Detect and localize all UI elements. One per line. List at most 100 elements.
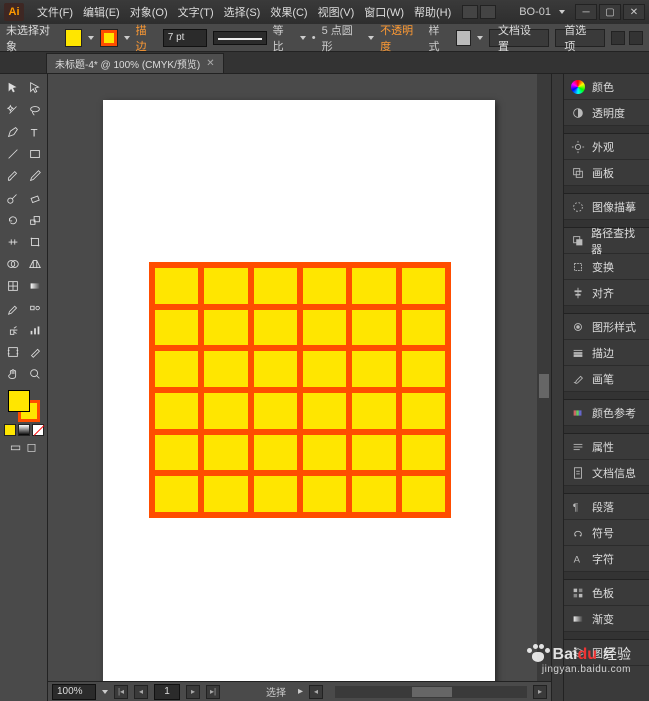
grid-cell[interactable]: [352, 268, 395, 304]
panel-brushes[interactable]: 画笔: [564, 366, 649, 392]
grid-cell[interactable]: [204, 351, 247, 387]
panel-stroke[interactable]: 描边: [564, 340, 649, 366]
grid-cell[interactable]: [155, 393, 198, 429]
grid-cell[interactable]: [204, 435, 247, 471]
panel-swatches[interactable]: 色板: [564, 580, 649, 606]
magic-wand-tool[interactable]: [3, 100, 23, 120]
grid-cell[interactable]: [402, 393, 445, 429]
lasso-tool[interactable]: [25, 100, 45, 120]
width-tool[interactable]: [3, 232, 23, 252]
type-tool[interactable]: T: [25, 122, 45, 142]
workspace-dropdown-icon[interactable]: [559, 10, 565, 14]
grid-cell[interactable]: [155, 310, 198, 346]
zoom-tool[interactable]: [25, 364, 45, 384]
horizontal-scrollbar[interactable]: [335, 686, 527, 698]
panel-menu-icon[interactable]: [629, 31, 643, 45]
free-transform-tool[interactable]: [25, 232, 45, 252]
minimize-button[interactable]: ─: [575, 4, 597, 20]
next-artboard-button[interactable]: ▸: [186, 685, 200, 699]
style-dropdown-icon[interactable]: [477, 36, 483, 40]
screen-mode-normal-icon[interactable]: ▭: [9, 440, 23, 454]
rectangle-tool[interactable]: [25, 144, 45, 164]
pencil-tool[interactable]: [25, 166, 45, 186]
panel-pathfinder[interactable]: 路径查找器: [564, 228, 649, 254]
scale-tool[interactable]: [25, 210, 45, 230]
zoom-input[interactable]: 100%: [52, 684, 96, 700]
paintbrush-tool[interactable]: [3, 166, 23, 186]
eraser-tool[interactable]: [25, 188, 45, 208]
style-swatch[interactable]: [456, 30, 471, 46]
blend-tool[interactable]: [25, 298, 45, 318]
column-graph-tool[interactable]: [25, 320, 45, 340]
hscroll-left-button[interactable]: ◂: [309, 685, 323, 699]
grid-artwork[interactable]: [149, 262, 451, 518]
panel-document-info[interactable]: 文档信息: [564, 460, 649, 486]
eyedropper-tool[interactable]: [3, 298, 23, 318]
grid-cell[interactable]: [303, 310, 346, 346]
grid-cell[interactable]: [402, 476, 445, 512]
grid-cell[interactable]: [402, 310, 445, 346]
panel-color-guide[interactable]: 颜色参考: [564, 400, 649, 426]
grid-cell[interactable]: [254, 393, 297, 429]
gradient-tool[interactable]: [25, 276, 45, 296]
menu-effect[interactable]: 效果(C): [265, 4, 312, 20]
menu-edit[interactable]: 编辑(E): [78, 4, 125, 20]
panel-appearance[interactable]: 外观: [564, 134, 649, 160]
stroke-label[interactable]: 描边: [136, 22, 157, 54]
menu-select[interactable]: 选择(S): [219, 4, 266, 20]
menu-view[interactable]: 视图(V): [313, 4, 360, 20]
scrollbar-thumb[interactable]: [539, 374, 549, 398]
panel-character[interactable]: A字符: [564, 546, 649, 572]
color-mode-icon[interactable]: [4, 424, 16, 436]
grid-cell[interactable]: [204, 268, 247, 304]
panel-layers[interactable]: 图层: [564, 640, 649, 666]
menu-object[interactable]: 对象(O): [125, 4, 173, 20]
scrollbar-thumb[interactable]: [412, 687, 452, 697]
grid-cell[interactable]: [204, 393, 247, 429]
grid-cell[interactable]: [155, 476, 198, 512]
hscroll-right-button[interactable]: ▸: [533, 685, 547, 699]
fill-color-swatch[interactable]: [8, 390, 30, 412]
grid-cell[interactable]: [254, 476, 297, 512]
grid-cell[interactable]: [352, 393, 395, 429]
selection-tool[interactable]: [3, 78, 23, 98]
grid-cell[interactable]: [352, 476, 395, 512]
artboard-number-input[interactable]: 1: [154, 684, 180, 700]
grid-cell[interactable]: [352, 351, 395, 387]
grid-cell[interactable]: [254, 351, 297, 387]
tab-close-icon[interactable]: ✕: [206, 58, 214, 69]
shape-builder-tool[interactable]: [3, 254, 23, 274]
canvas-viewport[interactable]: [48, 74, 551, 681]
grid-cell[interactable]: [254, 268, 297, 304]
menu-window[interactable]: 窗口(W): [359, 4, 409, 20]
document-tab[interactable]: 未标题-4* @ 100% (CMYK/预览) ✕: [46, 53, 224, 73]
mesh-tool[interactable]: [3, 276, 23, 296]
panel-transparency[interactable]: 透明度: [564, 100, 649, 126]
none-mode-icon[interactable]: [32, 424, 44, 436]
arrange-icon[interactable]: [480, 5, 496, 19]
grid-cell[interactable]: [204, 476, 247, 512]
panel-image-trace[interactable]: 图像描摹: [564, 194, 649, 220]
symbol-sprayer-tool[interactable]: [3, 320, 23, 340]
blob-brush-tool[interactable]: [3, 188, 23, 208]
opacity-label[interactable]: 不透明度: [380, 22, 422, 54]
grid-cell[interactable]: [303, 435, 346, 471]
panel-color[interactable]: 颜色: [564, 74, 649, 100]
grid-cell[interactable]: [155, 351, 198, 387]
brush-label[interactable]: 5 点圆形: [322, 22, 363, 54]
last-artboard-button[interactable]: ▸|: [206, 685, 220, 699]
prev-artboard-button[interactable]: ◂: [134, 685, 148, 699]
align-pixel-icon[interactable]: [611, 31, 625, 45]
line-tool[interactable]: [3, 144, 23, 164]
rotate-tool[interactable]: [3, 210, 23, 230]
grid-cell[interactable]: [155, 435, 198, 471]
first-artboard-button[interactable]: |◂: [114, 685, 128, 699]
menu-type[interactable]: 文字(T): [173, 4, 219, 20]
grid-cell[interactable]: [254, 435, 297, 471]
document-setup-button[interactable]: 文档设置: [489, 29, 549, 47]
vertical-scrollbar[interactable]: [537, 74, 551, 681]
grid-cell[interactable]: [402, 268, 445, 304]
grid-cell[interactable]: [254, 310, 297, 346]
panel-symbols[interactable]: 符号: [564, 520, 649, 546]
stroke-weight-input[interactable]: [163, 29, 207, 47]
